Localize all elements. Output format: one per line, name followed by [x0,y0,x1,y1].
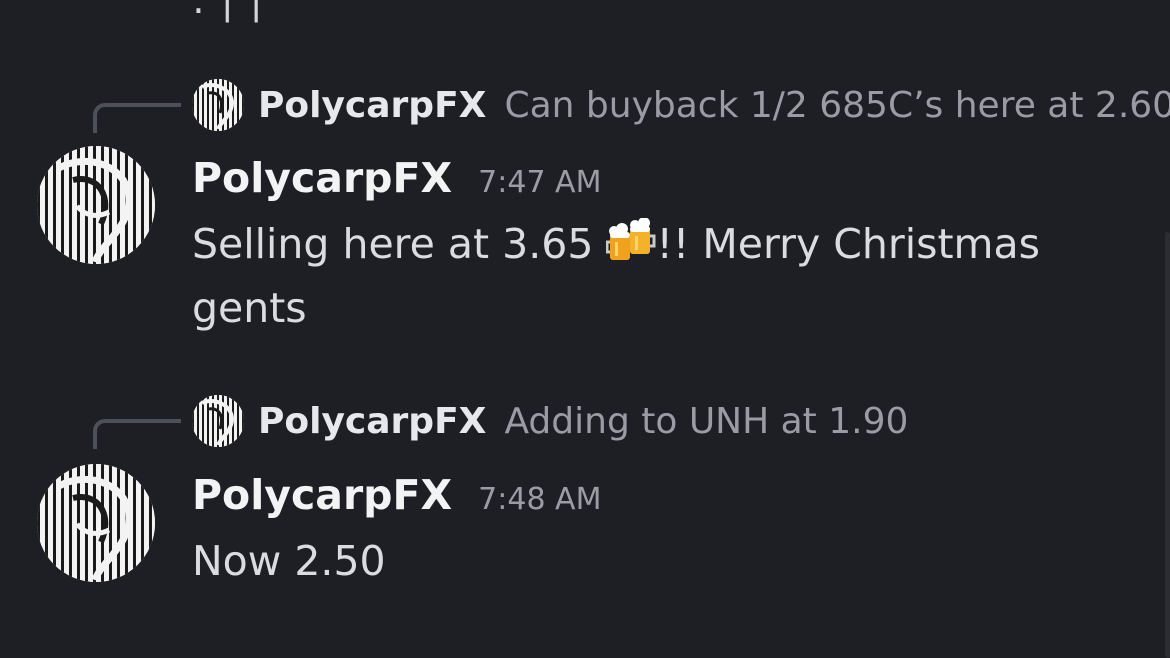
message-content: Selling here at 3.65 !! Merry Christmas … [192,212,1092,340]
scrollbar[interactable] [1165,232,1170,658]
author-name[interactable]: PolycarpFX [192,154,452,202]
author-avatar[interactable] [37,146,155,264]
message-header: PolycarpFX 7:48 AM [192,471,601,519]
timestamp: 7:47 AM [478,165,602,200]
chat-view: : | | PolycarpFX Can buyback 1/2 685C’s … [0,0,1170,658]
reply-author[interactable]: PolycarpFX [258,401,486,442]
reply-connector [93,103,181,133]
reply-connector [93,419,181,449]
reply-text[interactable]: Can buyback 1/2 685C’s here at 2.60 [504,85,1170,126]
previous-message-fragment: : | | [192,0,265,22]
author-avatar[interactable] [37,464,155,582]
reply-avatar[interactable] [192,395,244,447]
message-content: Now 2.50 [192,537,386,585]
beer-mugs-icon [605,217,656,266]
reply-avatar[interactable] [192,79,244,131]
message-text-part: Selling here at 3.65 [192,220,607,268]
author-name[interactable]: PolycarpFX [192,471,452,519]
timestamp: 7:48 AM [478,482,602,517]
message-header: PolycarpFX 7:47 AM [192,154,601,202]
reply-author[interactable]: PolycarpFX [258,85,486,126]
reply-text[interactable]: Adding to UNH at 1.90 [504,401,908,442]
reply-reference[interactable]: PolycarpFX Can buyback 1/2 685C’s here a… [192,77,1170,133]
reply-reference[interactable]: PolycarpFX Adding to UNH at 1.90 [192,393,908,449]
